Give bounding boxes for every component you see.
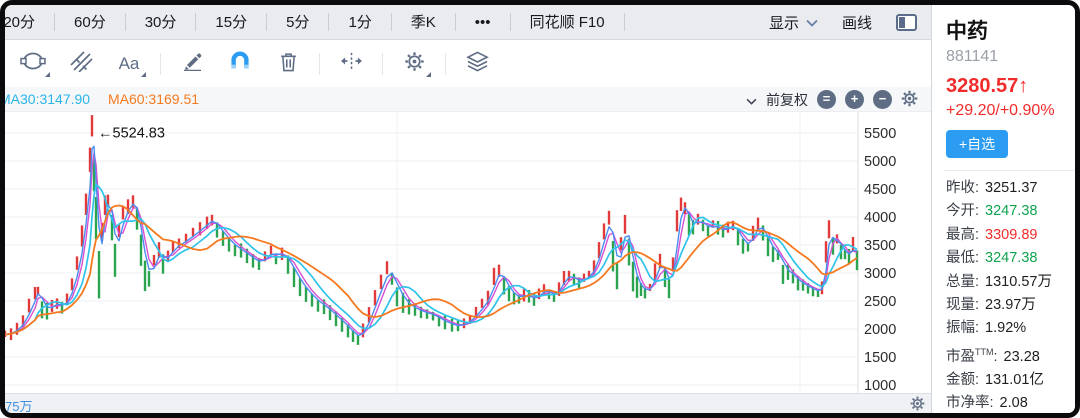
chart-controls: 前复权 = + −: [746, 87, 918, 112]
period-tab-1[interactable]: 60分: [55, 5, 125, 40]
display-menu[interactable]: 显示: [769, 12, 818, 33]
svg-text:5500: 5500: [864, 126, 896, 142]
stat-row-最低: 最低:3247.38: [946, 247, 1075, 270]
gear-icon: [404, 51, 425, 77]
stats-list: 昨收:3251.37今开:3247.38最高:3309.89最低:3247.38…: [946, 177, 1075, 413]
add-watchlist-button[interactable]: +自选: [946, 130, 1008, 158]
zoom-in-button[interactable]: +: [845, 90, 864, 109]
expand-horizontal-tool-button[interactable]: [328, 45, 374, 83]
period-tab-bar: 120分60分30分15分5分1分季K•••同花顺 F10 显示 画线: [5, 5, 931, 40]
magnet-tool-button[interactable]: [217, 45, 263, 83]
stat-row-昨收: 昨收:3251.37: [946, 177, 1075, 200]
volume-pane-bar: 75万: [5, 393, 931, 413]
quote-panel: 中药 881141 3280.57↑ +29.20/+0.90% +自选 昨收:…: [931, 5, 1075, 413]
pencil-tool-button[interactable]: [169, 45, 215, 83]
chart-region: 120分60分30分15分5分1分季K•••同花顺 F10 显示 画线: [5, 5, 931, 413]
chevron-down-icon: [806, 14, 818, 31]
toolbar-divider: [382, 53, 383, 75]
ma30-value: MA30:3147.90: [0, 91, 90, 107]
period-tab-5[interactable]: 1分: [329, 5, 390, 40]
draw-line-button[interactable]: 画线: [842, 12, 872, 33]
layers-tool-button[interactable]: [454, 45, 500, 83]
magnet-icon: [229, 51, 251, 77]
stock-code: 881141: [946, 48, 1075, 66]
reset-scale-button[interactable]: =: [817, 90, 836, 109]
kline-chart[interactable]: 5500 5000 4500 4000 3500 3000 2500 2000 1500 1000…: [5, 112, 931, 393]
adjust-mode-selector[interactable]: 前复权: [766, 90, 808, 110]
tool-caret: [141, 72, 146, 77]
svg-text:5000: 5000: [864, 154, 896, 170]
shape-tool-button[interactable]: [10, 45, 56, 83]
trendline-tool-button[interactable]: [58, 45, 104, 83]
svg-text:1500: 1500: [864, 350, 896, 366]
text-tool-icon: Aa: [119, 54, 140, 74]
text-tool-button[interactable]: Aa: [106, 45, 152, 83]
stock-name: 中药: [946, 15, 1075, 45]
drawing-toolbar: Aa: [5, 40, 931, 87]
layers-icon: [466, 51, 489, 77]
volume-axis-label: 75万: [5, 396, 32, 415]
chevron-down-icon[interactable]: [746, 92, 757, 108]
period-tab-7[interactable]: •••: [456, 5, 510, 40]
price-change: +29.20/+0.90%: [946, 102, 1068, 120]
toolbar-divider: [160, 53, 161, 75]
toolbar-divider: [319, 53, 320, 75]
tab-strip: 120分60分30分15分5分1分季K•••同花顺 F10: [5, 5, 625, 40]
svg-text:3500: 3500: [864, 238, 896, 254]
expand-horizontal-icon: [339, 51, 364, 76]
pencil-icon: [182, 51, 203, 76]
trash-icon: [279, 51, 298, 77]
stat-row-振幅: 振幅:1.92%: [946, 317, 1075, 340]
settings-tool-button[interactable]: [391, 45, 437, 83]
stat-row-金额: 金额:131.01亿: [946, 369, 1075, 392]
tabbar-right-group: 显示 画线: [769, 12, 917, 33]
panel-divider: [944, 170, 1074, 171]
svg-text:2500: 2500: [864, 294, 896, 310]
display-menu-label: 显示: [769, 12, 799, 33]
trend-lines-icon: [70, 51, 93, 77]
period-tab-3[interactable]: 15分: [196, 5, 266, 40]
svg-text:4500: 4500: [864, 182, 896, 198]
ellipse-shape-icon: [20, 51, 46, 76]
volume-settings-gear-icon[interactable]: [910, 396, 925, 416]
chart-settings-gear-icon[interactable]: [901, 90, 918, 110]
ma60-value: MA60:3169.51: [108, 91, 199, 107]
stat-row-总量: 总量:1310.57万: [946, 271, 1075, 294]
stat-row-现量: 现量:23.97万: [946, 294, 1075, 317]
period-tab-2[interactable]: 30分: [126, 5, 196, 40]
period-tab-8[interactable]: 同花顺 F10: [511, 5, 624, 40]
period-tab-0[interactable]: 120分: [0, 5, 54, 40]
svg-text:1000: 1000: [864, 378, 896, 393]
app-window: 120分60分30分15分5分1分季K•••同花顺 F10 显示 画线: [0, 0, 1080, 418]
tab-divider: [624, 13, 625, 31]
current-price: 3280.57↑: [946, 75, 1075, 98]
period-tab-6[interactable]: 季K: [392, 5, 455, 40]
tool-caret: [45, 72, 50, 77]
tool-caret: [426, 72, 431, 77]
delete-tool-button[interactable]: [265, 45, 311, 83]
toolbar-divider: [445, 53, 446, 75]
zoom-out-button[interactable]: −: [873, 90, 892, 109]
stat-row-市净率: 市净率:2.08: [946, 392, 1075, 413]
svg-text:4000: 4000: [864, 210, 896, 226]
stat-row-市盈: 市盈TTM:23.28: [946, 341, 1075, 369]
sidebar-toggle-icon[interactable]: [896, 14, 917, 31]
stat-row-今开: 今开:3247.38: [946, 200, 1075, 223]
ma-legend: MA30:3147.90 MA60:3169.51: [0, 91, 199, 107]
period-tab-4[interactable]: 5分: [267, 5, 328, 40]
svg-text:2000: 2000: [864, 322, 896, 338]
chart-header-strip: MA30:3147.90 MA60:3169.51 前复权 = + −: [5, 87, 931, 112]
svg-text:←5524.83: ←5524.83: [98, 126, 165, 142]
svg-text:3000: 3000: [864, 266, 896, 282]
stat-row-最高: 最高:3309.89: [946, 224, 1075, 247]
